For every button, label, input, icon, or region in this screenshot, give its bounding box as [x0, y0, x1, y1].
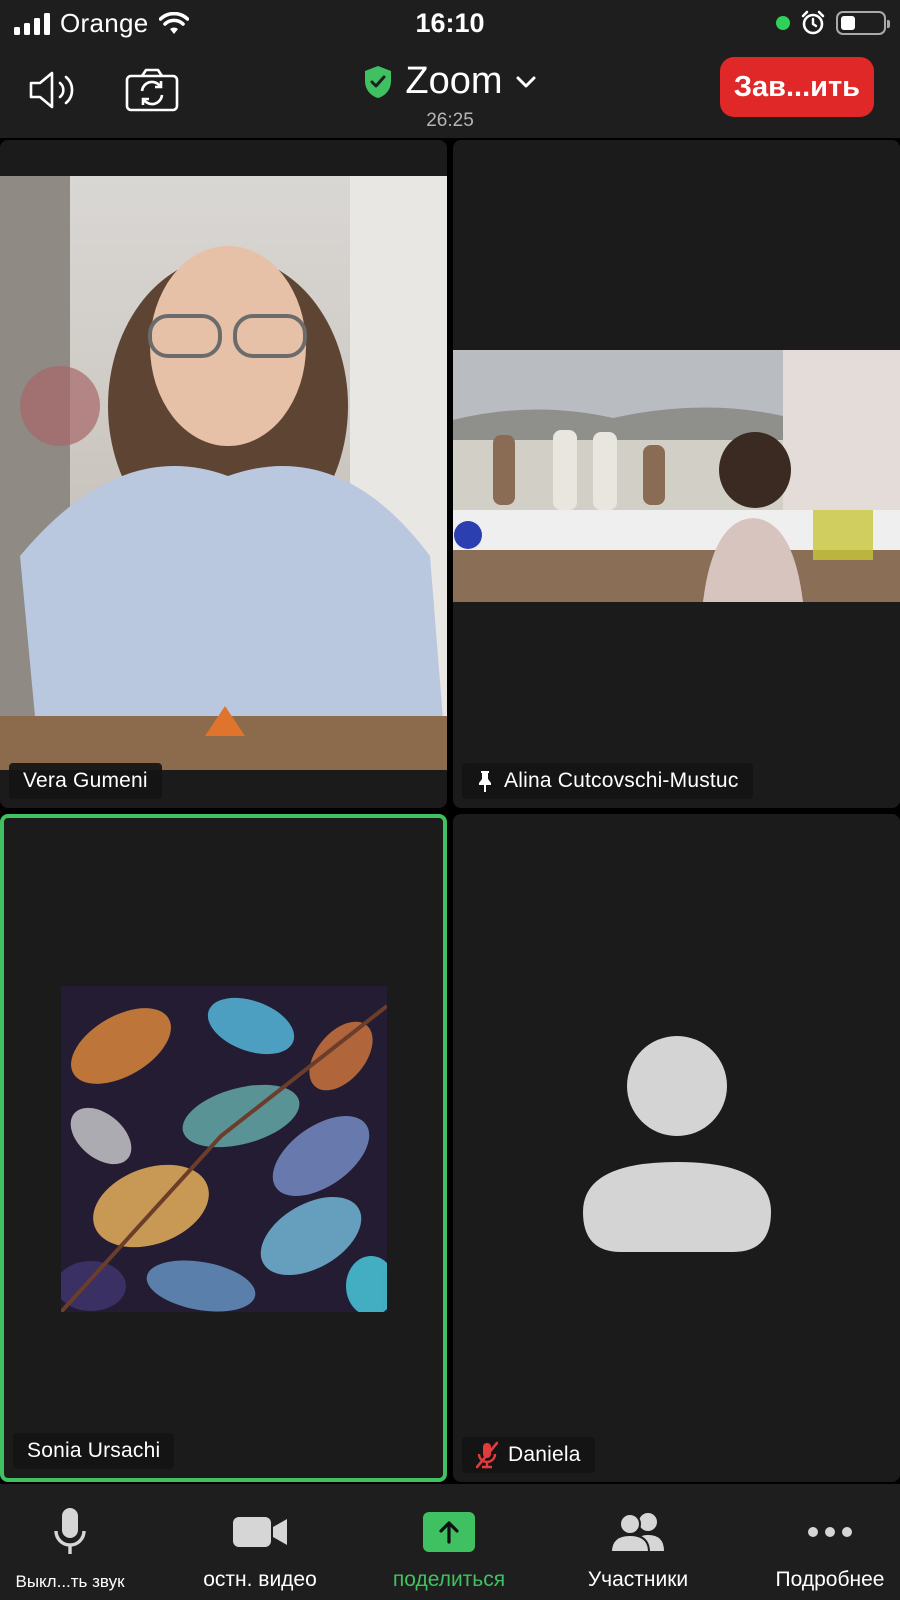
status-right	[776, 10, 890, 36]
video-camera-icon	[233, 1517, 287, 1547]
microphone-icon	[54, 1508, 86, 1554]
toolbar-label: поделиться	[392, 1568, 506, 1591]
participant-video-frame	[61, 986, 387, 1312]
toolbar-label: Выкл...ть звук	[15, 1572, 125, 1591]
participant-tile-daniela[interactable]: Daniela	[453, 814, 900, 1482]
participant-name-tag: Alina Cutcovschi-Mustuc	[462, 763, 753, 799]
battery-icon	[836, 11, 890, 35]
end-meeting-button[interactable]: Зав...ить	[719, 57, 874, 117]
toolbar-label: Подробнее	[775, 1568, 885, 1591]
more-icon	[808, 1527, 852, 1537]
participants-button[interactable]: Участники	[548, 1506, 728, 1592]
meeting-toolbar: Выкл...ть звук остн. видео поделиться Уч…	[0, 1484, 900, 1600]
stop-video-button[interactable]: остн. видео	[170, 1506, 350, 1592]
participant-name: Alina Cutcovschi-Mustuc	[504, 769, 739, 792]
chevron-down-icon	[516, 76, 536, 87]
participant-video	[453, 350, 900, 602]
muted-mic-icon	[476, 1441, 498, 1469]
camera-in-use-dot	[776, 16, 790, 30]
participant-tile-alina-cutcovschi-mustuc[interactable]: Alina Cutcovschi-Mustuc	[453, 140, 900, 808]
alarm-icon	[801, 10, 825, 35]
toolbar-label: Участники	[587, 1568, 689, 1591]
avatar-placeholder-icon	[583, 1036, 771, 1252]
participant-video-frame	[0, 176, 447, 770]
participant-name: Vera Gumeni	[23, 769, 148, 792]
participant-name: Sonia Ursachi	[27, 1439, 161, 1462]
shield-check-icon	[365, 65, 392, 98]
participant-name-tag: Vera Gumeni	[9, 763, 162, 799]
app-title: Zoom	[405, 60, 503, 102]
participant-video	[0, 176, 447, 770]
participants-icon	[610, 1513, 664, 1553]
meeting-header: Zoom 26:25 Зав...ить	[0, 46, 900, 138]
status-bar: Orange 16:10	[0, 0, 900, 46]
share-screen-icon	[423, 1512, 475, 1552]
participant-video	[61, 986, 387, 1312]
participant-tile-sonia-ursachi[interactable]: Sonia Ursachi	[0, 814, 447, 1482]
participant-name: Daniela	[508, 1443, 581, 1466]
participant-tile-vera-gumeni[interactable]: Vera Gumeni	[0, 140, 447, 808]
share-screen-button[interactable]: поделиться	[359, 1506, 539, 1592]
more-button[interactable]: Подробнее	[740, 1506, 900, 1592]
participant-name-tag: Sonia Ursachi	[13, 1433, 175, 1469]
mute-button[interactable]: Выкл...ть звук	[0, 1506, 160, 1592]
clock: 16:10	[415, 8, 485, 38]
participant-name-tag: Daniela	[462, 1437, 595, 1473]
toolbar-label: остн. видео	[203, 1568, 317, 1591]
pin-icon	[479, 771, 491, 792]
participant-video-frame	[453, 350, 900, 602]
